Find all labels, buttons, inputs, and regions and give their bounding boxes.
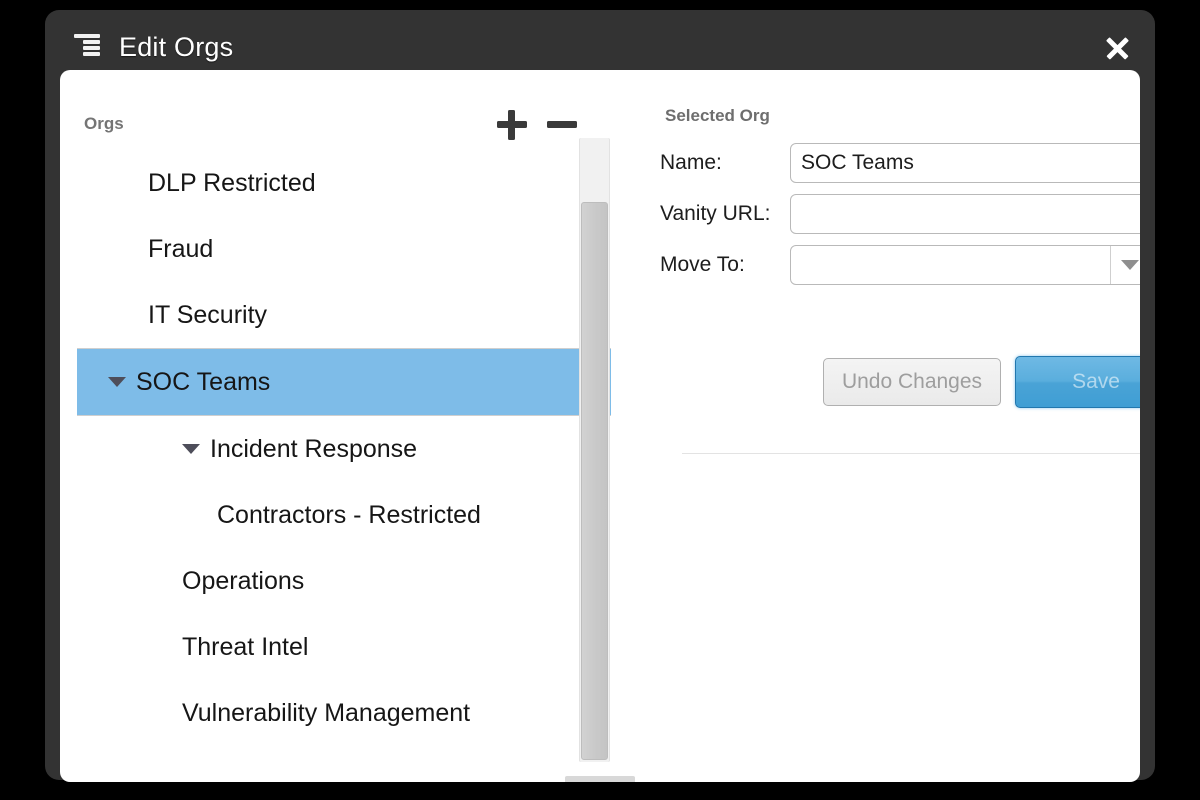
tree-row[interactable]: DLP Restricted bbox=[60, 150, 620, 216]
orgs-tree-panel: Orgs DLP Restricted Fraud IT Security SOC T… bbox=[60, 70, 635, 782]
chevron-down-icon[interactable] bbox=[1110, 246, 1140, 284]
chevron-down-icon[interactable] bbox=[108, 377, 126, 387]
dialog-titlebar: Edit Orgs bbox=[45, 10, 1155, 70]
orgs-tree-list[interactable]: DLP Restricted Fraud IT Security SOC Teams I… bbox=[60, 150, 620, 782]
tree-row-label: Fraud bbox=[148, 234, 214, 263]
tree-vertical-scrollbar-thumb[interactable] bbox=[581, 202, 608, 760]
save-button[interactable]: Save bbox=[1015, 356, 1140, 408]
selected-org-title: Selected Org bbox=[665, 106, 770, 125]
tree-toolbar bbox=[495, 108, 595, 142]
tree-row[interactable]: Operations bbox=[60, 548, 620, 614]
hierarchy-icon bbox=[74, 34, 100, 58]
name-field-label: Name: bbox=[660, 151, 722, 174]
tree-row-label: SOC Teams bbox=[136, 367, 271, 396]
add-org-button[interactable] bbox=[495, 108, 529, 142]
tree-row-label: DLP Restricted bbox=[148, 168, 316, 197]
tree-row[interactable]: IT Security bbox=[60, 282, 620, 348]
vanity-url-field-label: Vanity URL: bbox=[660, 202, 771, 225]
move-to-field-row: Move To: bbox=[660, 245, 1140, 285]
tree-row-label: Operations bbox=[182, 566, 305, 595]
detail-divider bbox=[682, 453, 1140, 454]
orgs-header-label: Orgs bbox=[84, 114, 124, 133]
tree-row-label: IT Security bbox=[148, 300, 268, 329]
dialog-content: Orgs DLP Restricted Fraud IT Security SOC T… bbox=[60, 70, 1140, 782]
vanity-url-field-row: Vanity URL: bbox=[660, 194, 1140, 234]
name-input[interactable] bbox=[790, 143, 1140, 183]
selected-org-panel: Selected Org Name: Vanity URL: Move To: … bbox=[620, 70, 1140, 782]
undo-changes-button[interactable]: Undo Changes bbox=[823, 358, 1001, 406]
tree-row-label: Threat Intel bbox=[182, 632, 309, 661]
tree-row-label: Contractors - Restricted bbox=[217, 500, 481, 529]
chevron-down-icon[interactable] bbox=[182, 444, 200, 454]
edit-orgs-dialog: Edit Orgs Orgs DLP Restricted Fraud IT Sec… bbox=[45, 10, 1155, 782]
move-to-input[interactable] bbox=[790, 245, 1140, 285]
close-icon[interactable] bbox=[1097, 28, 1137, 68]
dialog-title: Edit Orgs bbox=[119, 32, 234, 62]
tree-row[interactable]: Contractors - Restricted bbox=[60, 482, 620, 548]
tree-row[interactable]: Fraud bbox=[60, 216, 620, 282]
move-to-field-label: Move To: bbox=[660, 253, 745, 276]
tree-row-label: Vulnerability Management bbox=[182, 698, 471, 727]
tree-row[interactable]: SOC Teams bbox=[77, 348, 611, 416]
remove-org-button[interactable] bbox=[545, 108, 579, 142]
tree-row[interactable]: Incident Response bbox=[60, 416, 620, 482]
tree-row[interactable]: Vulnerability Management bbox=[60, 680, 620, 746]
tree-row[interactable]: Threat Intel bbox=[60, 614, 620, 680]
tree-row-label: Incident Response bbox=[210, 434, 418, 463]
vanity-url-input[interactable] bbox=[790, 194, 1140, 234]
move-to-select[interactable] bbox=[790, 245, 1140, 285]
name-field-row: Name: bbox=[660, 143, 1140, 183]
